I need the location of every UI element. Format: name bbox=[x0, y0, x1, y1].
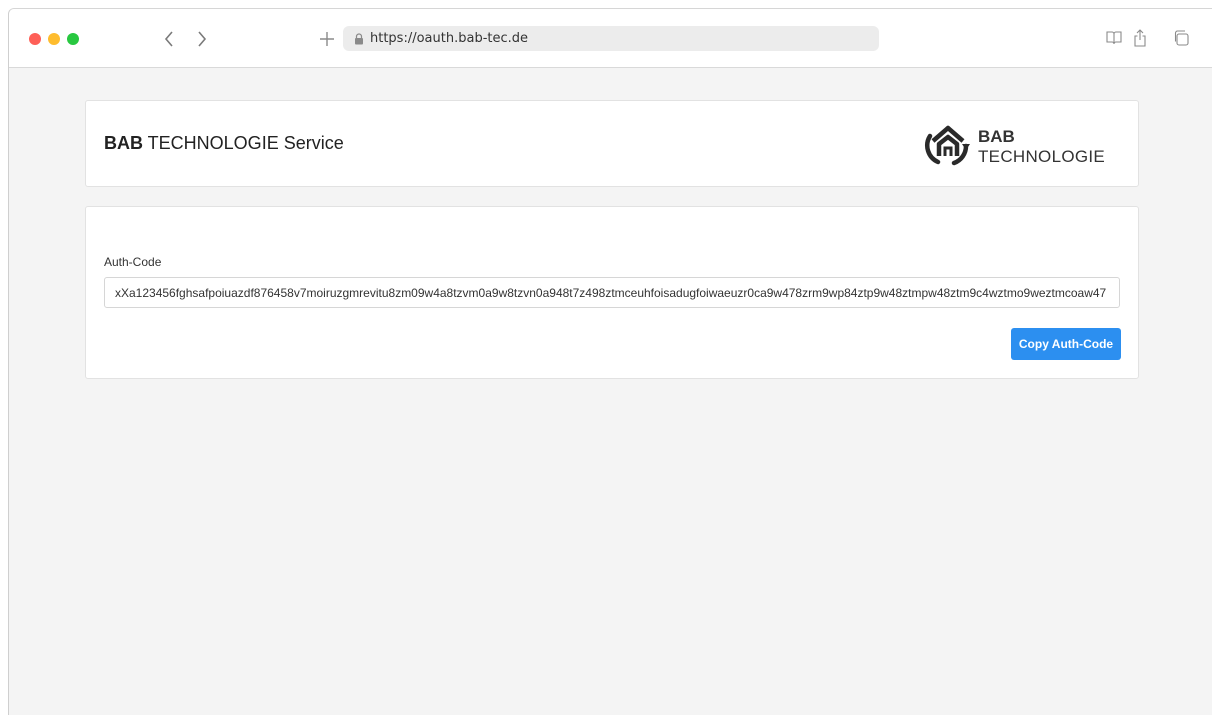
logo-line-1: BAB bbox=[978, 127, 1015, 146]
bab-logo-text: BAB TECHNOLOGIE bbox=[978, 127, 1105, 167]
browser-window: https://oauth.bab-tec.de BAB TECHNOLOGIE… bbox=[8, 8, 1212, 715]
address-bar[interactable]: https://oauth.bab-tec.de bbox=[343, 26, 879, 51]
url-text: https://oauth.bab-tec.de bbox=[370, 31, 529, 46]
zoom-window-button[interactable] bbox=[67, 33, 79, 45]
tabs-icon[interactable] bbox=[1170, 27, 1192, 49]
page-title-brand: BAB bbox=[104, 133, 143, 153]
page-title: BAB TECHNOLOGIE Service bbox=[104, 133, 344, 154]
lock-icon bbox=[353, 32, 365, 46]
close-window-button[interactable] bbox=[29, 33, 41, 45]
new-tab-icon[interactable] bbox=[316, 25, 338, 53]
logo-line-2: TECHNOLOGIE bbox=[978, 147, 1106, 166]
auth-code-input[interactable] bbox=[104, 277, 1120, 308]
auth-code-label: Auth-Code bbox=[104, 255, 162, 269]
share-icon[interactable] bbox=[1129, 27, 1151, 49]
back-icon[interactable] bbox=[158, 25, 180, 53]
minimize-window-button[interactable] bbox=[48, 33, 60, 45]
bab-logo-house-icon bbox=[924, 120, 972, 175]
forward-icon[interactable] bbox=[191, 25, 213, 53]
bab-logo: BAB TECHNOLOGIE bbox=[924, 121, 1105, 173]
browser-toolbar: https://oauth.bab-tec.de bbox=[9, 9, 1212, 68]
auth-code-card: Auth-Code Copy Auth-Code bbox=[85, 206, 1139, 379]
reader-icon[interactable] bbox=[1103, 27, 1125, 49]
page-title-rest: TECHNOLOGIE Service bbox=[143, 133, 344, 153]
copy-auth-code-button[interactable]: Copy Auth-Code bbox=[1011, 328, 1121, 360]
header-card: BAB TECHNOLOGIE Service BAB TECHNOLOGIE bbox=[85, 100, 1139, 187]
